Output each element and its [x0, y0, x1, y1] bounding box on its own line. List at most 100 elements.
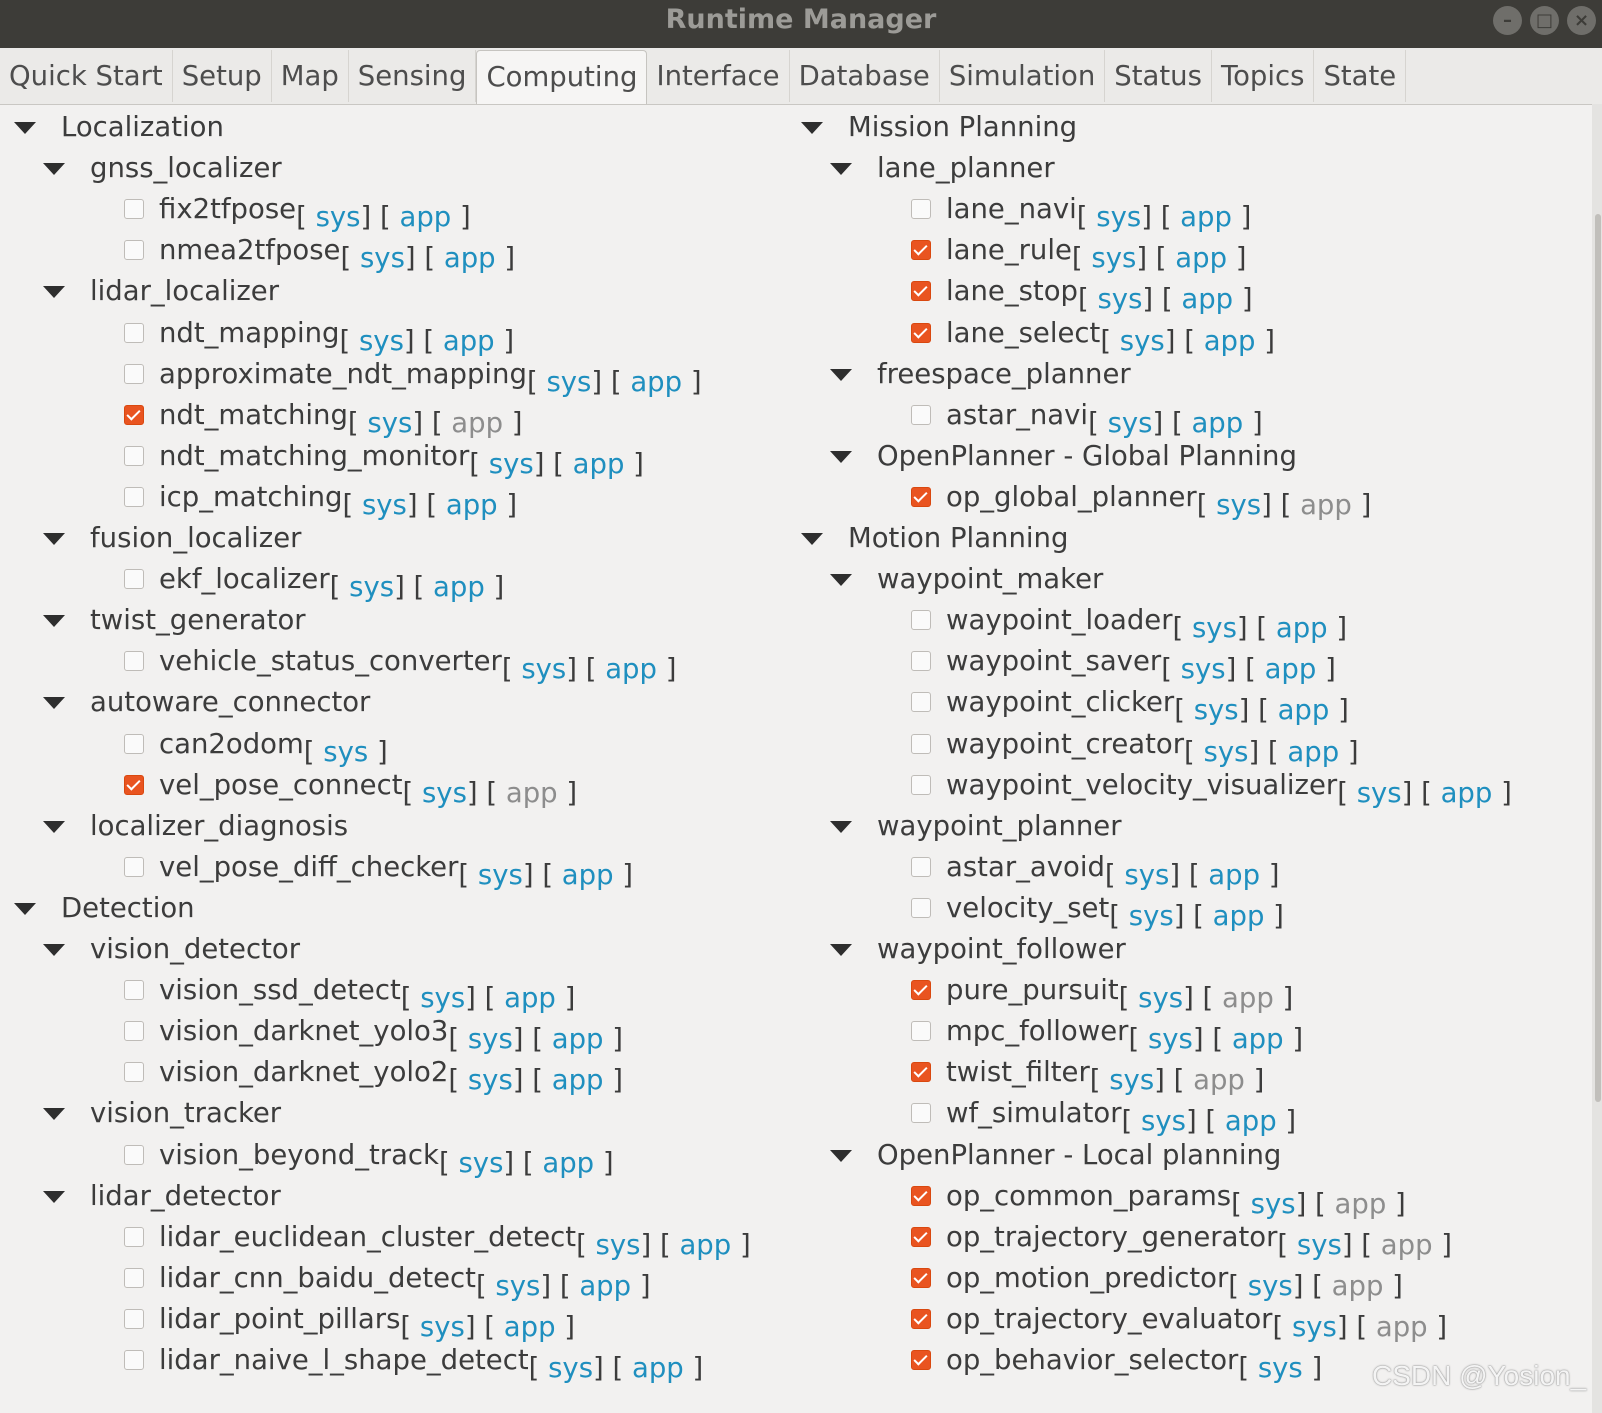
tree-category[interactable]: Motion Planning [787, 517, 1592, 559]
triangle-down-icon[interactable] [43, 533, 65, 545]
tree-group[interactable]: twist_generator [0, 599, 800, 641]
checkbox-icon[interactable] [911, 692, 931, 713]
tab-database[interactable]: Database [790, 50, 940, 102]
tree-category[interactable]: Localization [0, 106, 800, 148]
checkbox-icon[interactable] [124, 363, 144, 384]
triangle-down-icon[interactable] [43, 615, 65, 628]
checkbox-icon[interactable] [911, 1185, 931, 1206]
tab-sensing[interactable]: Sensing [349, 50, 477, 102]
triangle-down-icon[interactable] [14, 902, 36, 915]
tree-group[interactable]: lidar_detector [0, 1175, 800, 1217]
checkbox-icon[interactable] [124, 1021, 144, 1042]
tab-computing[interactable]: Computing [476, 50, 648, 104]
checkbox-icon[interactable] [124, 1350, 144, 1370]
checkbox-icon[interactable] [124, 1308, 144, 1329]
sys-link[interactable]: sys [1258, 1352, 1303, 1384]
checkbox-icon[interactable] [124, 1267, 144, 1288]
checkbox-icon[interactable] [911, 856, 931, 877]
triangle-down-icon[interactable] [830, 574, 852, 587]
triangle-down-icon[interactable] [14, 122, 36, 134]
triangle-down-icon[interactable] [43, 944, 65, 956]
checkbox-icon[interactable] [124, 404, 144, 425]
checkbox-icon[interactable] [911, 281, 931, 302]
tab-state[interactable]: State [1314, 50, 1407, 102]
triangle-down-icon[interactable] [43, 163, 65, 176]
checkbox-icon[interactable] [911, 199, 931, 220]
checkbox-icon[interactable] [911, 486, 931, 507]
scrollbar-thumb[interactable] [1595, 214, 1601, 1102]
checkbox-icon[interactable] [911, 733, 931, 754]
checkbox-icon[interactable] [911, 1062, 931, 1083]
triangle-down-icon[interactable] [830, 163, 852, 176]
checkbox-icon[interactable] [911, 774, 931, 795]
tab-quick-start[interactable]: Quick Start [0, 50, 173, 102]
checkbox-icon[interactable] [911, 1226, 931, 1247]
checkbox-icon[interactable] [911, 240, 931, 261]
checkbox-icon[interactable] [124, 1144, 144, 1165]
tab-setup[interactable]: Setup [173, 50, 272, 102]
checkbox-icon[interactable] [124, 486, 144, 507]
tree-group[interactable]: waypoint_maker [787, 558, 1592, 600]
tree-group[interactable]: autoware_connector [0, 681, 800, 723]
checkbox-icon[interactable] [124, 240, 144, 261]
checkbox-icon[interactable] [911, 1267, 931, 1288]
app-link[interactable]: app [632, 1352, 684, 1384]
checkbox-icon[interactable] [911, 897, 931, 918]
checkbox-icon[interactable] [124, 774, 144, 795]
checkbox-icon[interactable] [124, 322, 144, 343]
checkbox-icon[interactable] [124, 1062, 144, 1083]
checkbox-icon[interactable] [911, 1103, 931, 1124]
triangle-down-icon[interactable] [830, 368, 852, 381]
checkbox-icon[interactable] [124, 445, 144, 466]
tab-status[interactable]: Status [1105, 50, 1212, 102]
checkbox-icon[interactable] [911, 980, 931, 1001]
triangle-down-icon[interactable] [43, 286, 65, 299]
tree-category[interactable]: Mission Planning [787, 106, 1592, 148]
checkbox-icon[interactable] [124, 569, 144, 590]
checkbox-icon[interactable] [911, 610, 931, 631]
checkbox-icon[interactable] [124, 199, 144, 220]
checkbox-icon[interactable] [124, 980, 144, 1001]
triangle-down-icon[interactable] [801, 533, 823, 545]
tree-group[interactable]: localizer_diagnosis [0, 805, 800, 847]
triangle-down-icon[interactable] [43, 1190, 65, 1203]
tree-group[interactable]: vision_tracker [0, 1092, 800, 1134]
triangle-down-icon[interactable] [43, 697, 65, 710]
checkbox-icon[interactable] [124, 733, 144, 754]
triangle-down-icon[interactable] [830, 944, 852, 956]
checkbox-icon[interactable] [124, 856, 144, 877]
tree-group[interactable]: lane_planner [787, 147, 1592, 189]
tree-group[interactable]: freespace_planner [787, 353, 1592, 395]
tree-group[interactable]: OpenPlanner - Local planning [787, 1134, 1592, 1176]
tree-group[interactable]: waypoint_follower [787, 928, 1592, 970]
sys-link[interactable]: sys [548, 1352, 593, 1384]
checkbox-icon[interactable] [911, 651, 931, 672]
tab-map[interactable]: Map [272, 50, 349, 102]
tab-interface[interactable]: Interface [647, 50, 790, 102]
maximize-button[interactable]: □ [1530, 6, 1559, 35]
checkbox-icon[interactable] [911, 1350, 931, 1370]
triangle-down-icon[interactable] [830, 1149, 852, 1162]
tree-group[interactable]: lidar_localizer [0, 270, 800, 312]
triangle-down-icon[interactable] [801, 122, 823, 134]
tree-group[interactable]: vision_detector [0, 928, 800, 970]
tree-group[interactable]: fusion_localizer [0, 517, 800, 559]
minimize-button[interactable]: – [1493, 6, 1522, 35]
tree-group[interactable]: waypoint_planner [787, 805, 1592, 847]
tree-group[interactable]: gnss_localizer [0, 147, 800, 189]
tab-topics[interactable]: Topics [1212, 50, 1315, 102]
triangle-down-icon[interactable] [830, 820, 852, 833]
tab-simulation[interactable]: Simulation [940, 50, 1106, 102]
tree-group[interactable]: OpenPlanner - Global Planning [787, 435, 1592, 477]
tree-category[interactable]: Detection [0, 887, 800, 929]
scrollbar[interactable] [1592, 104, 1602, 1413]
triangle-down-icon[interactable] [43, 1108, 65, 1121]
triangle-down-icon[interactable] [43, 820, 65, 833]
checkbox-icon[interactable] [124, 651, 144, 672]
triangle-down-icon[interactable] [830, 450, 852, 463]
checkbox-icon[interactable] [911, 404, 931, 425]
checkbox-icon[interactable] [911, 1021, 931, 1042]
close-button[interactable]: × [1567, 6, 1596, 35]
checkbox-icon[interactable] [124, 1226, 144, 1247]
checkbox-icon[interactable] [911, 322, 931, 343]
